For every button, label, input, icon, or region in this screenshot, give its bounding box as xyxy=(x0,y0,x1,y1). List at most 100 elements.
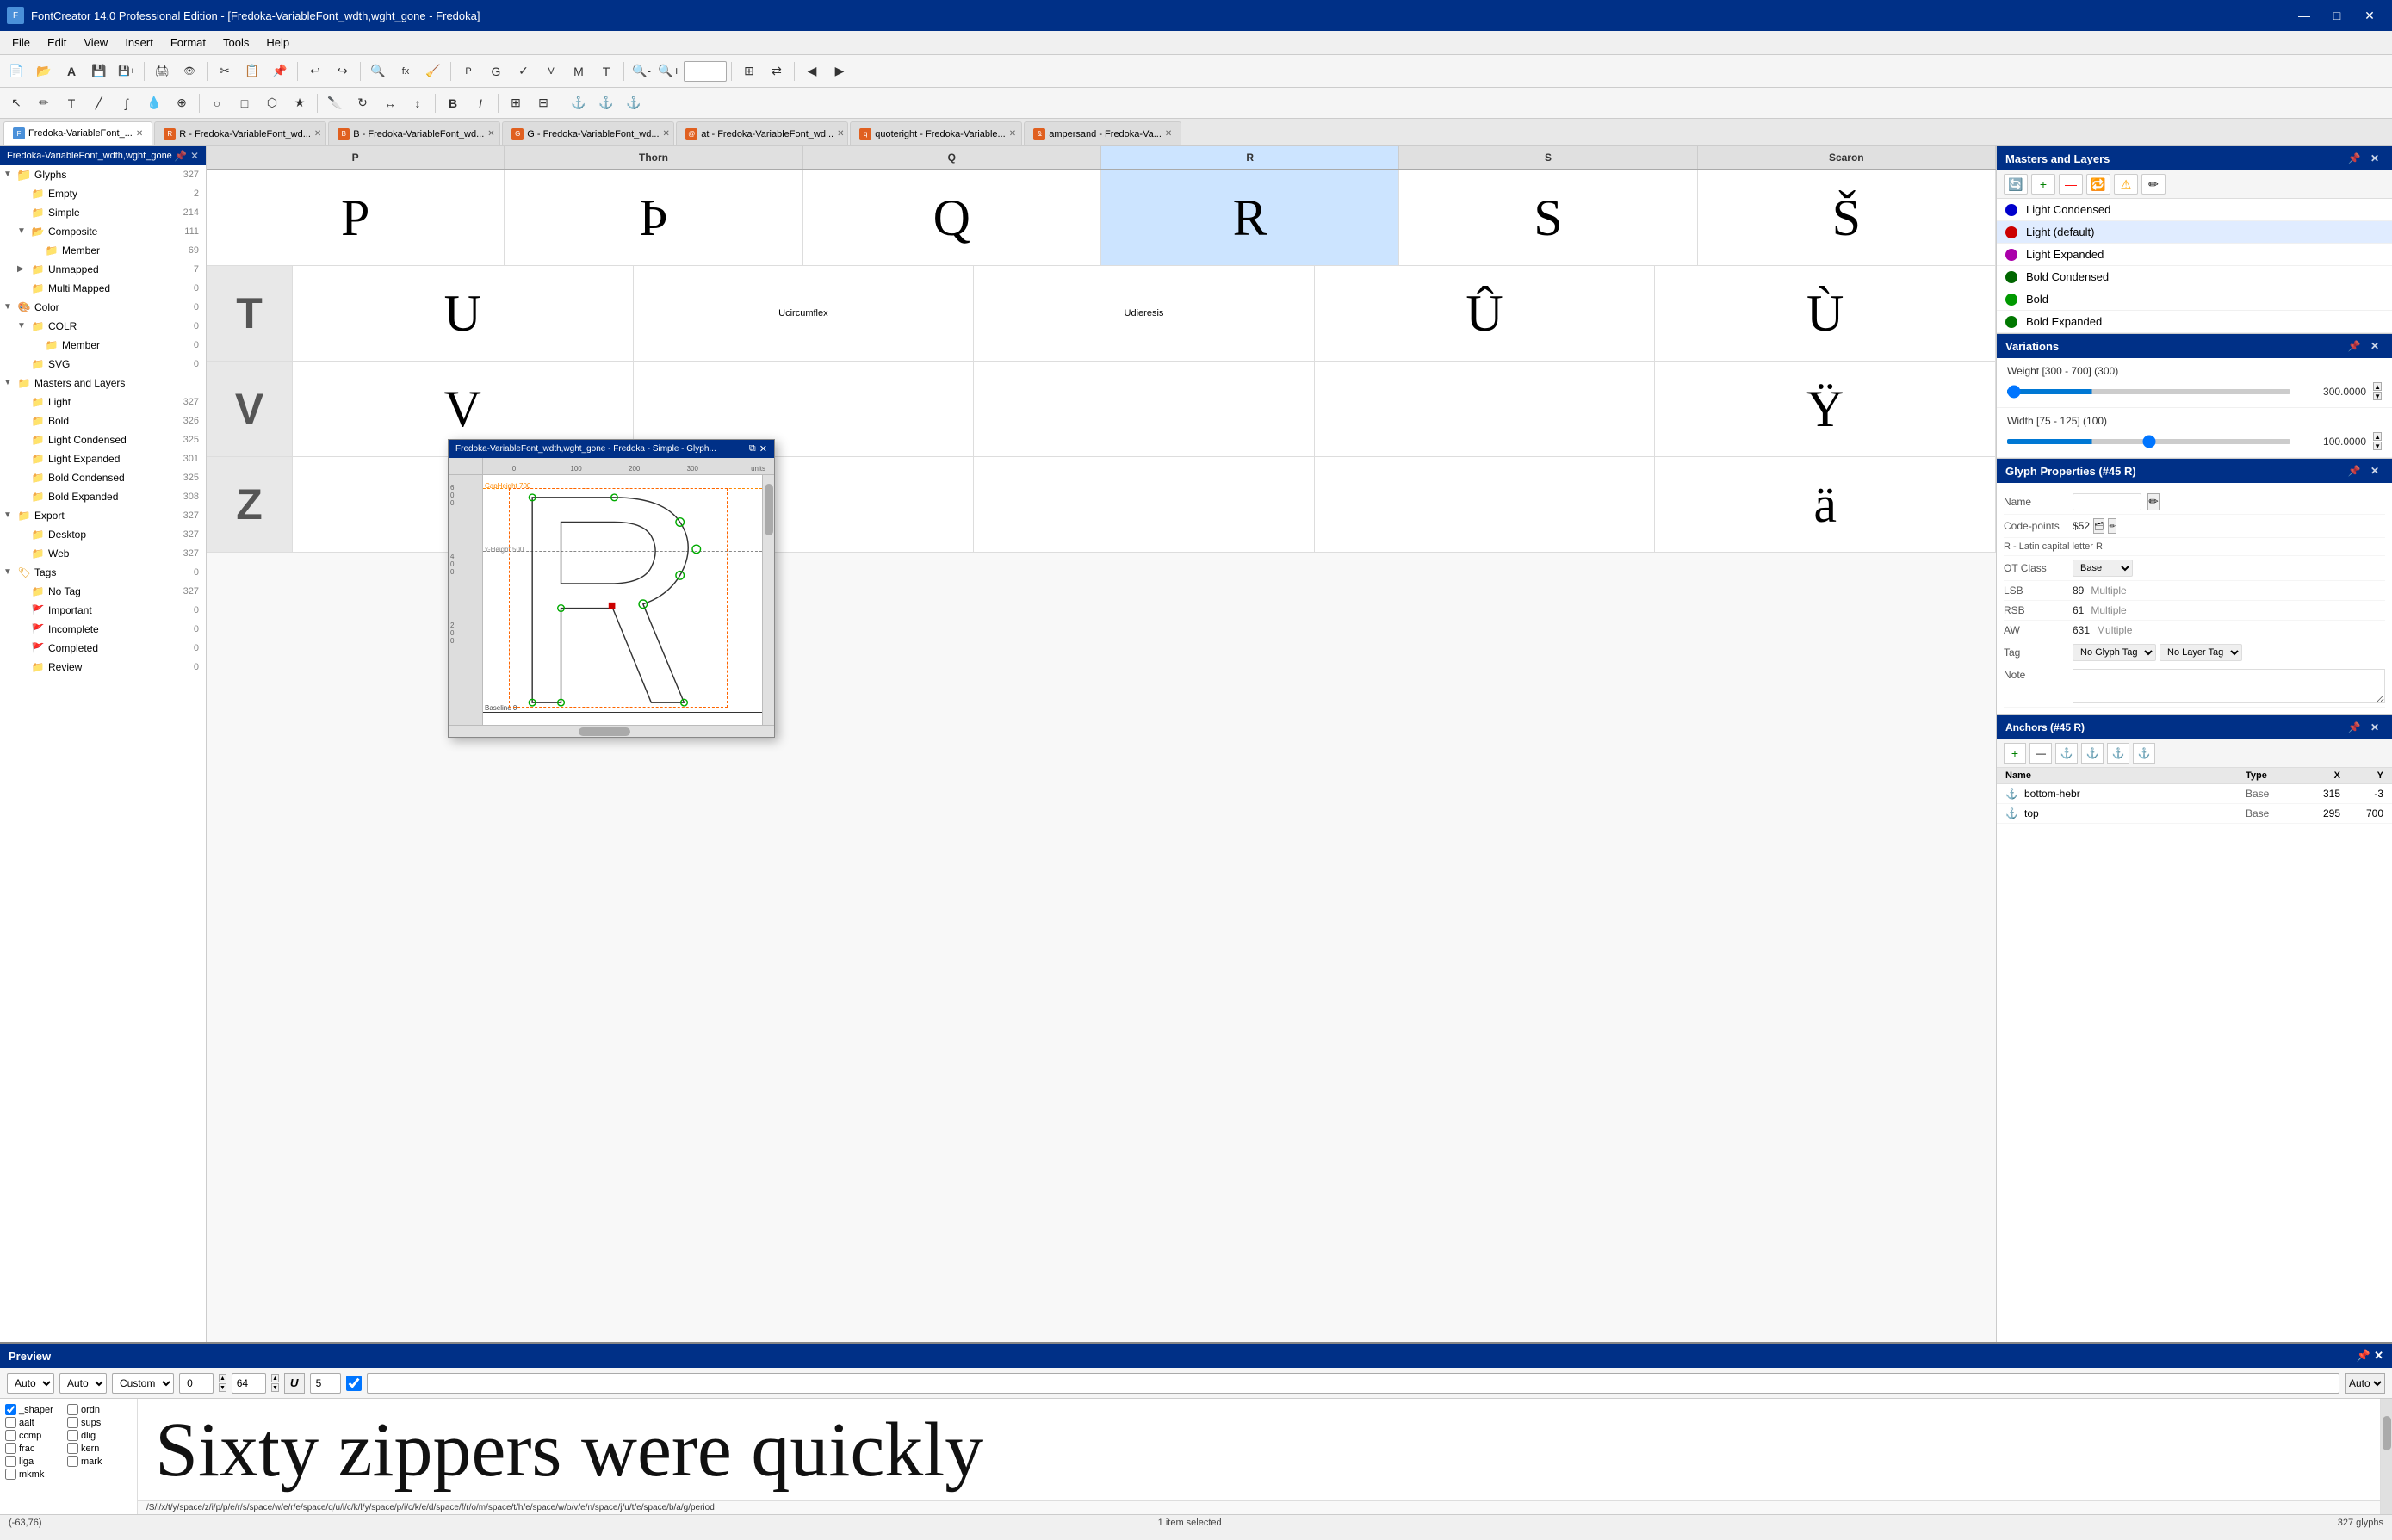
tree-item-important[interactable]: 🚩 Important 0 xyxy=(0,601,206,620)
preview-scrollbar[interactable] xyxy=(2380,1399,2392,1514)
close-button[interactable]: ✕ xyxy=(2354,3,2385,28)
cb-kern-input[interactable] xyxy=(67,1443,78,1454)
tab-3[interactable]: G G - Fredoka-VariableFont_wd... ✕ xyxy=(502,121,674,145)
metrics-button[interactable]: M xyxy=(566,59,592,83)
cb-aalt-input[interactable] xyxy=(5,1417,16,1428)
new-button[interactable]: 📄 xyxy=(3,59,29,83)
tree-item-review[interactable]: 📁 Review 0 xyxy=(0,658,206,677)
variations-pin-icon[interactable]: 📌 xyxy=(2346,338,2363,354)
line-tool[interactable]: ╱ xyxy=(86,91,112,115)
glyph-cell-R[interactable]: R xyxy=(1101,170,1399,265)
tree-item-export[interactable]: ▼ 📁 Export 327 xyxy=(0,506,206,525)
tree-item-completed[interactable]: 🚩 Completed 0 xyxy=(0,639,206,658)
tree-item-bold[interactable]: 📁 Bold 326 xyxy=(0,411,206,430)
cb-kern[interactable]: kern xyxy=(67,1443,127,1454)
tree-item-unmapped[interactable]: ▶ 📁 Unmapped 7 xyxy=(0,260,206,279)
copy-button[interactable]: 📋 xyxy=(239,59,265,83)
bold-format[interactable]: B xyxy=(440,91,466,115)
preview-print-button[interactable]: 👁 xyxy=(177,59,202,83)
tree-item-colr-member[interactable]: 📁 Member 0 xyxy=(0,336,206,355)
zoom-tool[interactable]: ⊕ xyxy=(169,91,195,115)
canvas-main[interactable]: CapHeight 700 x-Height 500 Baseline 0 xyxy=(483,475,762,725)
anchor-btn3[interactable]: ⚓ xyxy=(2055,743,2078,764)
print-button[interactable]: 🖨 xyxy=(149,59,175,83)
check-button[interactable]: ✓ xyxy=(511,59,536,83)
preview-italic-btn[interactable]: U xyxy=(284,1373,305,1394)
tab-close-1[interactable]: ✕ xyxy=(314,129,321,139)
anchors-close-icon[interactable]: ✕ xyxy=(2366,720,2383,735)
codepoints-btn1[interactable]: 🗂 xyxy=(2093,518,2104,534)
tab-4[interactable]: @ at - Fredoka-VariableFont_wd... ✕ xyxy=(676,121,848,145)
nav-button[interactable]: ⇄ xyxy=(764,59,790,83)
master-row-bold[interactable]: Bold xyxy=(1997,288,2392,311)
scrollbar-horizontal[interactable] xyxy=(449,725,774,737)
glyph-button[interactable]: G xyxy=(483,59,509,83)
anchor2-tool[interactable]: ⚓ xyxy=(593,91,619,115)
tab-close-2[interactable]: ✕ xyxy=(487,129,494,139)
glyph-cell-z-empty2[interactable] xyxy=(974,457,1315,552)
cb-ordn-input[interactable] xyxy=(67,1404,78,1415)
cb-mkmk-input[interactable] xyxy=(5,1469,16,1480)
master-row-light-condensed[interactable]: Light Condensed xyxy=(1997,199,2392,221)
pen-tool[interactable]: ✏ xyxy=(31,91,57,115)
tree-item-bold-condensed[interactable]: 📁 Bold Condensed 325 xyxy=(0,468,206,487)
char-map-button[interactable]: P xyxy=(455,59,481,83)
tab-2[interactable]: B B - Fredoka-VariableFont_wd... ✕ xyxy=(328,121,500,145)
glyph-cell-Ugrave2[interactable]: Ù xyxy=(1655,266,1996,361)
masters-add-btn[interactable]: + xyxy=(2031,174,2055,195)
glyph-cell-Ydieresis[interactable]: Ÿ xyxy=(1655,362,1996,456)
masters-refresh-btn[interactable]: 🔄 xyxy=(2004,174,2028,195)
select-tool[interactable]: ↖ xyxy=(3,91,29,115)
props-otclass-select[interactable]: Base Mark Ligature xyxy=(2073,560,2133,577)
masters-edit-btn[interactable]: ✏ xyxy=(2141,174,2166,195)
props-name-input[interactable]: R xyxy=(2073,493,2141,510)
cb-liga-input[interactable] xyxy=(5,1456,16,1467)
anchor-btn4[interactable]: ⚓ xyxy=(2081,743,2104,764)
knife-tool[interactable]: 🔪 xyxy=(322,91,348,115)
cb-ccmp-input[interactable] xyxy=(5,1430,16,1441)
redo-button[interactable]: ↪ xyxy=(330,59,356,83)
cb-frac[interactable]: frac xyxy=(5,1443,65,1454)
glyph-cell-empty3[interactable] xyxy=(1315,362,1656,456)
text-tool[interactable]: T xyxy=(59,91,84,115)
tree-item-web[interactable]: 📁 Web 327 xyxy=(0,544,206,563)
preview-custom-select[interactable]: Custom xyxy=(112,1373,174,1394)
selected-node[interactable] xyxy=(609,603,616,609)
anchors-pin-icon[interactable]: 📌 xyxy=(2346,720,2363,735)
glyph-cell-empty2[interactable] xyxy=(974,362,1315,456)
arrow-left-button[interactable]: ◀ xyxy=(799,59,825,83)
tree-item-simple[interactable]: 📁 Simple 214 xyxy=(0,203,206,222)
eraser-button[interactable]: 🧹 xyxy=(420,59,446,83)
poly-tool[interactable]: ⬡ xyxy=(259,91,285,115)
tree-item-no-tag[interactable]: 📁 No Tag 327 xyxy=(0,582,206,601)
arrow-right-button[interactable]: ▶ xyxy=(827,59,852,83)
glyph-cell-Ucircumflex[interactable]: Ucircumflex xyxy=(634,266,975,361)
tree-item-multimapped[interactable]: 📁 Multi Mapped 0 xyxy=(0,279,206,298)
tree-item-glyphs[interactable]: ▼ 📁 Glyphs 327 xyxy=(0,165,206,184)
width-up-btn[interactable]: ▲ xyxy=(2373,432,2382,441)
formula-button[interactable]: fx xyxy=(393,59,418,83)
anchor3-tool[interactable]: ⚓ xyxy=(621,91,647,115)
glyph-cell-z-empty3[interactable] xyxy=(1315,457,1656,552)
table-tool[interactable]: ⊞ xyxy=(503,91,529,115)
cb-mark[interactable]: mark xyxy=(67,1456,127,1467)
tab-close-6[interactable]: ✕ xyxy=(1165,129,1172,139)
anchor-tool[interactable]: ⚓ xyxy=(566,91,592,115)
tab-5[interactable]: q quoteright - Fredoka-Variable... ✕ xyxy=(850,121,1022,145)
menu-format[interactable]: Format xyxy=(162,33,214,53)
cb-sups[interactable]: sups xyxy=(67,1417,127,1428)
anchor-add-btn[interactable]: + xyxy=(2004,743,2026,764)
tree-item-bold-expanded[interactable]: 📁 Bold Expanded 308 xyxy=(0,487,206,506)
tab-1[interactable]: R R - Fredoka-VariableFont_wd... ✕ xyxy=(154,121,326,145)
glyph-cell-Thorn[interactable]: Þ xyxy=(505,170,802,265)
cb-sups-input[interactable] xyxy=(67,1417,78,1428)
preview-checkbox-main[interactable] xyxy=(346,1376,362,1391)
props-glyph-tag-select[interactable]: No Glyph Tag xyxy=(2073,644,2156,661)
glyph-cell-Scaron[interactable]: Š xyxy=(1698,170,1996,265)
menu-view[interactable]: View xyxy=(75,33,116,53)
preview-auto-select1[interactable]: Auto xyxy=(7,1373,54,1394)
anchor-btn6[interactable]: ⚓ xyxy=(2133,743,2155,764)
master-row-bold-condensed[interactable]: Bold Condensed xyxy=(1997,266,2392,288)
curve-tool[interactable]: ∫ xyxy=(114,91,139,115)
cp-5[interactable] xyxy=(692,545,701,554)
